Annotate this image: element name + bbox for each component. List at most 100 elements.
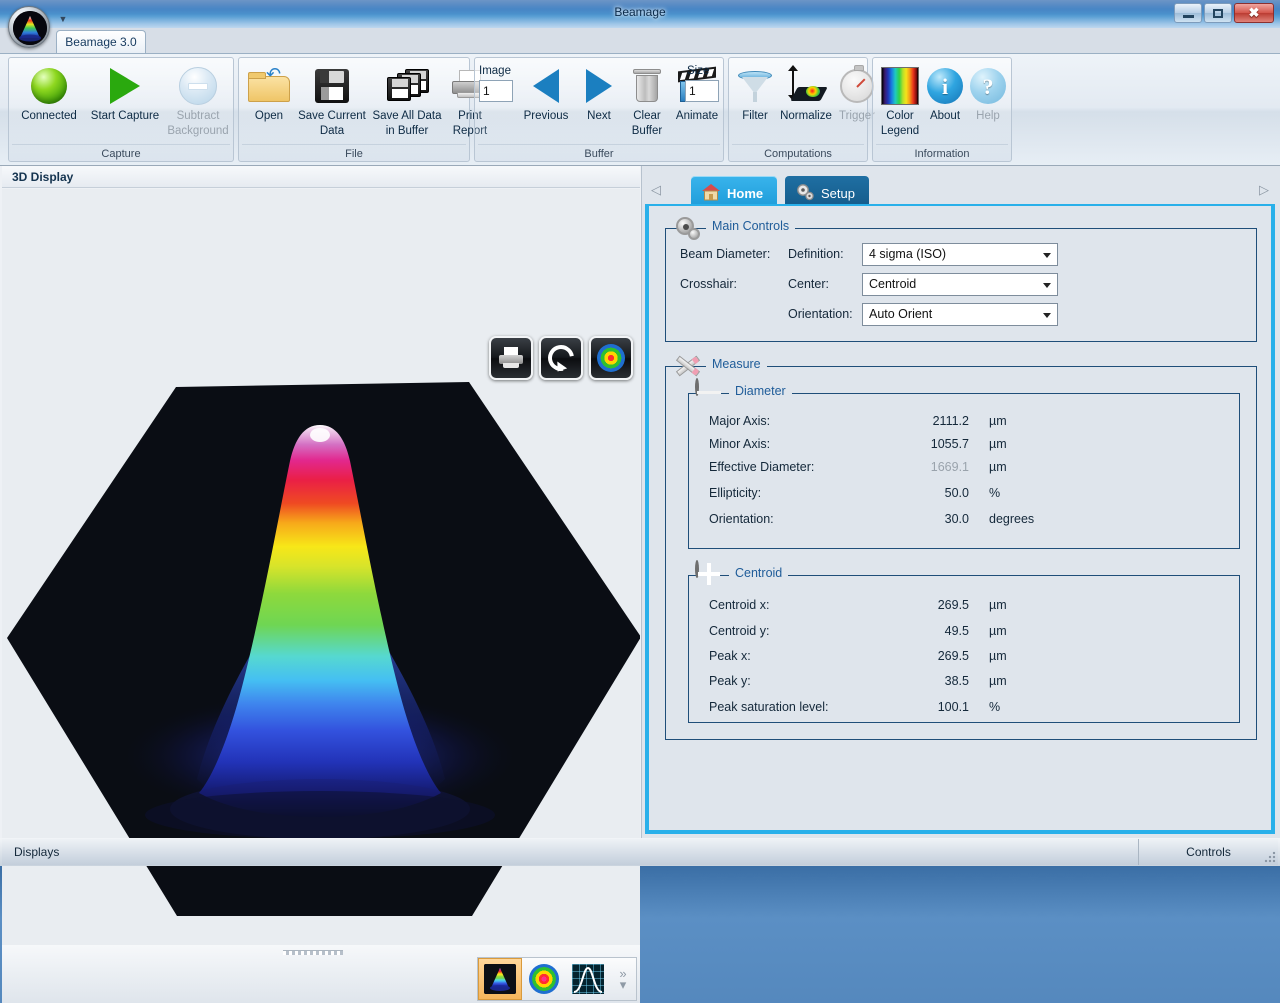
close-button[interactable]: ✖ bbox=[1234, 3, 1274, 23]
window-title-bar[interactable]: Beamage ✖ bbox=[0, 0, 1280, 30]
chevron-down-icon bbox=[1043, 253, 1051, 258]
ribbon-group-buffer: Image Previous Next Clear Buffer Animate bbox=[474, 57, 724, 162]
row-value-effective-diameter: 1669.1 bbox=[930, 460, 969, 474]
row-label-orientation: Orientation: bbox=[709, 512, 774, 526]
ribbon-button-subtract-background[interactable]: Subtract Background bbox=[165, 64, 231, 138]
orientation-select[interactable]: Auto Orient bbox=[862, 303, 1058, 326]
green-status-ball-icon bbox=[13, 64, 85, 108]
tab-home-label: Home bbox=[727, 185, 764, 201]
panel-content: Main Controls Beam Diameter: Definition:… bbox=[645, 206, 1275, 834]
ribbon-group-capture: Connected Start Capture Subtract Backgro… bbox=[8, 57, 234, 162]
3d-display-canvas[interactable] bbox=[2, 189, 640, 945]
label-orientation: Orientation: bbox=[788, 307, 853, 321]
control-pane: ◁ ▷ Home Setup Main Controls Beam Diamet… bbox=[643, 166, 1280, 838]
buffer-size-input[interactable] bbox=[685, 80, 719, 102]
center-select-value: Centroid bbox=[869, 277, 917, 291]
ribbon-label-previous: Previous bbox=[523, 110, 569, 122]
triangle-right-icon bbox=[575, 64, 623, 108]
app-logo-icon[interactable] bbox=[8, 6, 50, 48]
group-separator bbox=[12, 144, 230, 145]
tab-scroll-left-icon[interactable]: ◁ bbox=[651, 182, 661, 198]
row-label-effective-diameter: Effective Diameter: bbox=[709, 460, 815, 474]
ribbon-button-clear-buffer[interactable]: Clear Buffer bbox=[623, 64, 671, 138]
multiple-disks-icon bbox=[369, 64, 445, 108]
ribbon-label-open: Open bbox=[254, 110, 284, 122]
chevron-down-icon bbox=[1043, 313, 1051, 318]
ribbon-label-save-all-data: Save All Data bbox=[372, 110, 442, 122]
ribbon-button-help[interactable]: ? Help bbox=[967, 64, 1009, 123]
question-circle-icon: ? bbox=[967, 64, 1009, 108]
row-unit-centroid-y: µm bbox=[989, 624, 1007, 638]
ribbon-label-legend: Legend bbox=[880, 125, 920, 137]
ribbon-label-connected: Connected bbox=[21, 110, 77, 122]
group-main-controls: Main Controls Beam Diameter: Definition:… bbox=[665, 217, 1257, 342]
ribbon-tab-strip: Beamage 3.0 bbox=[0, 28, 1280, 54]
row-value-ellipticity: 50.0 bbox=[944, 486, 969, 500]
row-unit-centroid-x: µm bbox=[989, 598, 1007, 612]
label-beam-diameter: Beam Diameter: bbox=[680, 247, 771, 261]
quick-access-chevron-down-icon[interactable]: ▼ bbox=[56, 12, 70, 26]
print-view-button[interactable] bbox=[489, 336, 533, 380]
row-label-peak-y: Peak y: bbox=[709, 674, 751, 688]
group-legend-main-controls: Main Controls bbox=[706, 219, 796, 233]
ribbon-label-help: Help bbox=[976, 110, 1000, 122]
ribbon-button-open[interactable]: ↶ Open bbox=[243, 64, 295, 123]
ribbon-label-save-current: Save Current bbox=[298, 110, 366, 122]
home-icon bbox=[701, 183, 721, 204]
splitter-grip[interactable] bbox=[283, 950, 343, 955]
ribbon-group-title-information: Information bbox=[914, 148, 970, 160]
group-legend-measure: Measure bbox=[706, 357, 767, 371]
ribbon-button-save-all-data-in-buffer[interactable]: Save All Data in Buffer bbox=[369, 64, 445, 138]
definition-select-value: 4 sigma (ISO) bbox=[869, 247, 947, 261]
ribbon-button-start-capture[interactable]: Start Capture bbox=[87, 64, 163, 123]
image-field-label: Image bbox=[479, 65, 511, 77]
ribbon-label-data: Data bbox=[319, 125, 345, 137]
ribbon-button-about[interactable]: i About bbox=[923, 64, 967, 123]
rotate-view-button[interactable] bbox=[539, 336, 583, 380]
beam-peak-icon bbox=[13, 11, 47, 45]
ribbon-group-title-capture: Capture bbox=[101, 148, 141, 160]
display-mode-overflow[interactable]: » ▾ bbox=[610, 966, 636, 992]
status-displays[interactable]: Displays bbox=[2, 839, 1139, 865]
ribbon-tab-beamage[interactable]: Beamage 3.0 bbox=[56, 30, 146, 54]
group-separator bbox=[478, 144, 720, 145]
ribbon-button-filter[interactable]: Filter bbox=[733, 64, 777, 123]
group-legend-centroid: Centroid bbox=[729, 566, 789, 580]
ribbon-button-previous[interactable]: Previous bbox=[517, 64, 575, 123]
label-center: Center: bbox=[788, 277, 829, 291]
ribbon-label-normalize: Normalize bbox=[780, 110, 832, 122]
row-label-minor-axis: Minor Axis: bbox=[709, 437, 771, 451]
row-label-centroid-x: Centroid x: bbox=[709, 598, 770, 612]
maximize-icon bbox=[1213, 8, 1223, 18]
ribbon-label-about: About bbox=[929, 110, 961, 122]
resize-grip[interactable] bbox=[1264, 851, 1276, 863]
display-pane-header: 3D Display bbox=[2, 166, 640, 188]
mode-graph-button[interactable] bbox=[566, 958, 610, 1000]
definition-select[interactable]: 4 sigma (ISO) bbox=[862, 243, 1058, 266]
ribbon-button-connected[interactable]: Connected bbox=[13, 64, 85, 123]
center-select[interactable]: Centroid bbox=[862, 273, 1058, 296]
color-spectrum-icon bbox=[877, 64, 923, 108]
ribbon-button-normalize[interactable]: Normalize bbox=[777, 64, 835, 123]
mode-3d-button[interactable] bbox=[478, 958, 522, 1000]
tab-scroll-right-icon[interactable]: ▷ bbox=[1259, 182, 1269, 198]
ribbon-button-next[interactable]: Next bbox=[575, 64, 623, 123]
ribbon-button-save-current-data[interactable]: Save Current Data bbox=[295, 64, 369, 138]
window-title: Beamage bbox=[614, 5, 666, 19]
size-field-label: Size bbox=[687, 65, 710, 77]
ribbon-group-title-buffer: Buffer bbox=[584, 148, 614, 160]
status-controls[interactable]: Controls bbox=[1139, 839, 1278, 865]
chevron-down-icon: ▾ bbox=[619, 977, 627, 992]
subtract-background-icon bbox=[165, 64, 231, 108]
row-label-centroid-y: Centroid y: bbox=[709, 624, 770, 638]
colormap-view-button[interactable] bbox=[589, 336, 633, 380]
maximize-button[interactable] bbox=[1204, 3, 1232, 23]
image-index-input[interactable] bbox=[479, 80, 513, 102]
ribbon-button-color-legend[interactable]: Color Legend bbox=[877, 64, 923, 138]
ribbon-group-file: ↶ Open Save Current Data Save All Data i… bbox=[238, 57, 488, 162]
mode-2d-button[interactable] bbox=[522, 958, 566, 1000]
ribbon-label-filter: Filter bbox=[742, 110, 768, 122]
open-folder-icon: ↶ bbox=[243, 64, 295, 108]
overflow-label: » bbox=[619, 966, 627, 981]
minimize-button[interactable] bbox=[1174, 3, 1202, 23]
